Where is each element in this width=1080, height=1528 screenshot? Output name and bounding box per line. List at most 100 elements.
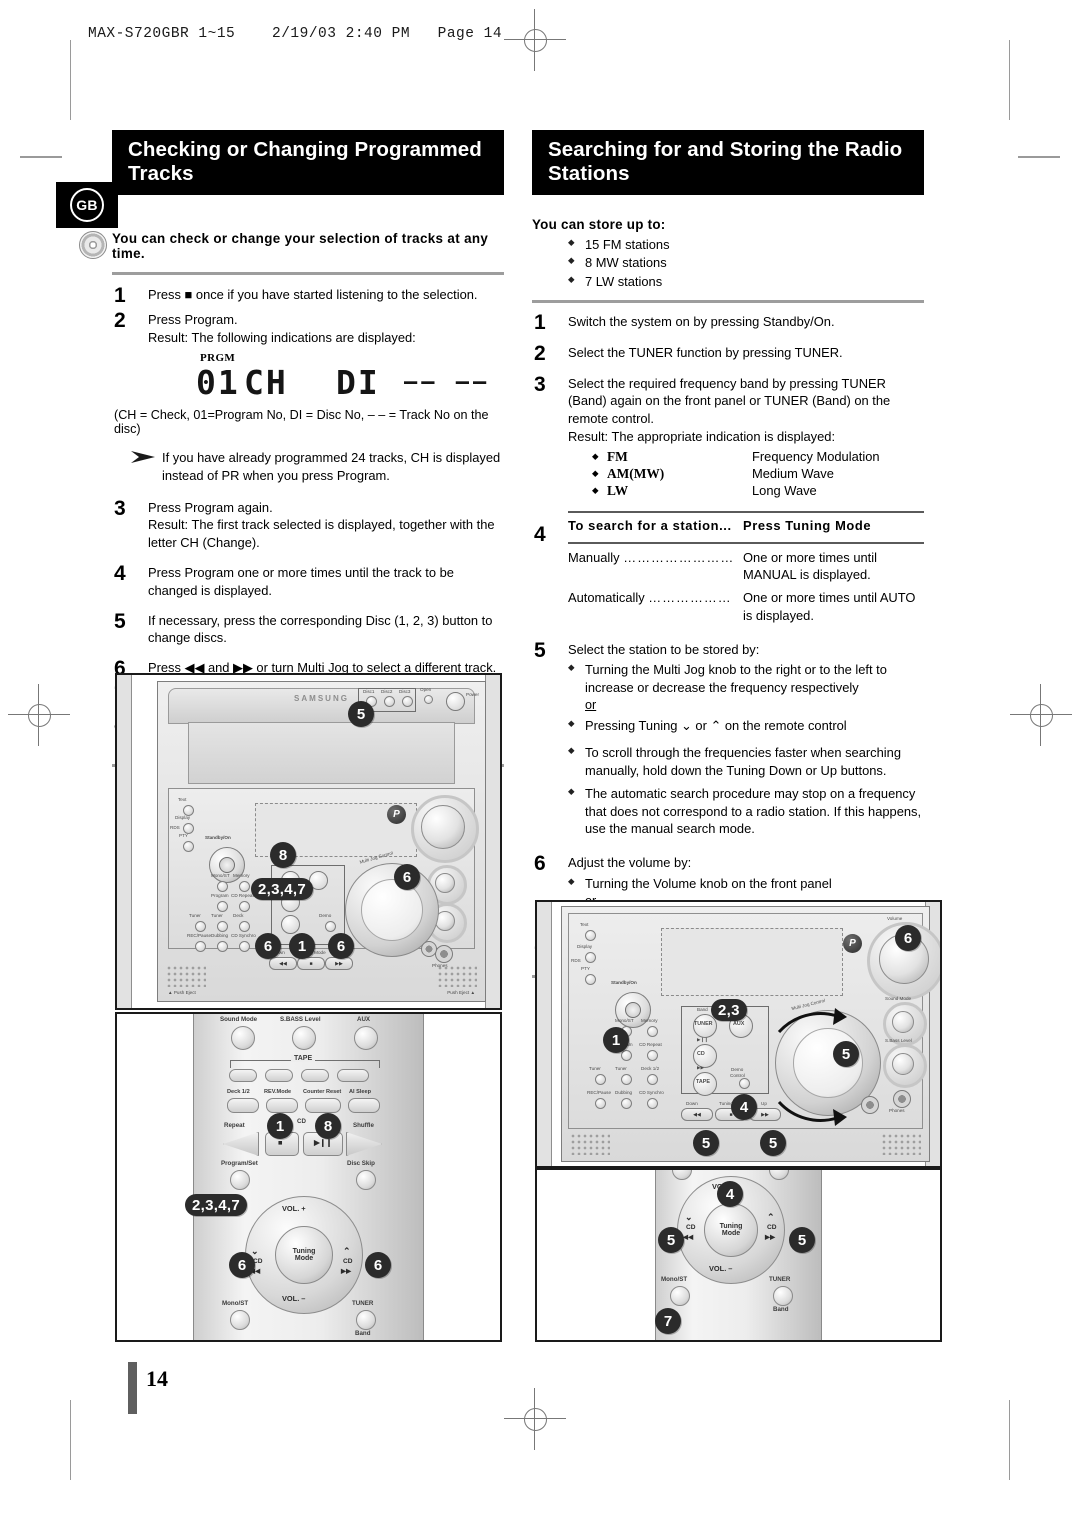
front-panel-illustration-right: Text Display PTY RDS Standby/On P Volume… (535, 900, 942, 1168)
registration-mark-right (1010, 684, 1072, 746)
label-vol-plus: VOL. + (282, 1204, 306, 1213)
label-tuner: TUNER (352, 1300, 374, 1307)
label-program-set: Program/Set (221, 1160, 258, 1167)
right-step-4: 4 To search for a station... Press Tunin… (532, 510, 924, 625)
right-step-5-text: Select the station to be stored by: (568, 641, 760, 657)
callout-6-volume: 6 (895, 925, 921, 951)
left-step-2: 2 Press Program. Result: The following i… (112, 309, 504, 347)
label-band-r: Band (773, 1306, 789, 1313)
callout-23-tuner: 2,3 (711, 999, 747, 1021)
left-step-2-text: Press Program. (148, 312, 238, 328)
page-number-bar (128, 1362, 137, 1414)
right-step-2-text: Select the TUNER function by pressing TU… (568, 344, 843, 360)
crop-rule-right (1009, 40, 1010, 120)
callout-1-standby: 1 (603, 1027, 629, 1053)
callout-6-remote-left: 6 (229, 1252, 255, 1278)
left-step-4: 4 Press Program one or more times until … (112, 562, 504, 600)
callout-2347-remote: 2,3,4,7 (185, 1194, 247, 1216)
callout-5: 5 (348, 701, 374, 727)
right-step-1-number: 1 (534, 310, 546, 334)
store-capacity-list: 15 FM stations 8 MW stations 7 LW statio… (568, 236, 924, 291)
table-row: FM Frequency Modulation (592, 448, 924, 465)
callout-2347: 2,3,4,7 (251, 878, 313, 900)
step5-or: or (585, 698, 597, 713)
table-row: LW Long Wave (592, 482, 924, 499)
brand-label: SAMSUNG (294, 694, 349, 703)
table-row: AM(MW) Medium Wave (592, 465, 924, 482)
left-step-2-number: 2 (114, 309, 126, 333)
left-step-1-text: Press ■ once if you have started listeni… (148, 286, 478, 302)
label-mono-st: Mono/ST (222, 1300, 249, 1307)
label-aux: AUX (357, 1016, 371, 1023)
lcd-segment-track-no: –– –– (404, 369, 491, 395)
remote-illustration-left: Sound Mode S.BASS Level AUX TAPE Deck 1/… (115, 1012, 502, 1342)
band-value: Frequency Modulation (752, 448, 880, 464)
crop-tick-topleft (20, 156, 62, 158)
crop-rule-bottom-left (70, 1400, 71, 1480)
step5-bullet-list-2: Pressing Tuning ⌄ or ⌃ on the remote con… (568, 717, 924, 735)
callout-8-remote: 8 (315, 1113, 341, 1139)
remote-illustration-right: Tuning Mode VOL. + VOL. – ⌄ CD ◀◀ ⌃ CD ▶… (535, 1168, 942, 1342)
tuning-action-manual: One or more times until MANUAL is displa… (743, 549, 877, 583)
callout-5-jog: 5 (833, 1041, 859, 1067)
callout-5-remote-right: 5 (789, 1227, 815, 1253)
step5-bullet-list: Turning the Multi Jog knob to the right … (568, 661, 924, 697)
label-tuning: Tuning (292, 1247, 316, 1255)
callout-4-tuning-mode-remote: 4 (717, 1181, 743, 1207)
callout-1-remote: 1 (267, 1113, 293, 1139)
disc-icon (79, 231, 107, 259)
label-band: Band (355, 1330, 371, 1337)
list-item: 8 MW stations (568, 254, 924, 272)
crop-tick-topright (1018, 156, 1060, 158)
right-banner-title: Searching for and Storing the Radio Stat… (532, 130, 924, 195)
right-rule-1 (532, 299, 924, 303)
label-vol-minus: VOL. – (282, 1294, 306, 1303)
list-item: 15 FM stations (568, 236, 924, 254)
callout-7-mono-st: 7 (655, 1308, 681, 1334)
callout-6-skip-fwd: 6 (328, 933, 354, 959)
tuning-mode-table: To search for a station... Press Tuning … (568, 510, 924, 625)
label-disc-skip: Disc Skip (347, 1160, 375, 1167)
lcd-segment-disc-no: DI (336, 362, 380, 402)
right-step-2: 2 Select the TUNER function by pressing … (532, 342, 924, 365)
right-step-3-result: Result: The appropriate indication is di… (568, 428, 836, 444)
band-key: FM (592, 449, 752, 465)
label-ai-sleep: AI Sleep (349, 1089, 372, 1095)
left-note: If you have already programmed 24 tracks… (112, 449, 504, 485)
left-step-2-result: Result: The following indications are di… (148, 330, 416, 346)
label-tuner-r: TUNER (769, 1276, 791, 1283)
right-intro: You can store up to: (532, 216, 666, 232)
registration-mark-top (504, 9, 566, 71)
left-step-1: 1 Press ■ once if you have started liste… (112, 284, 504, 307)
list-item: Pressing Tuning ⌄ or ⌃ on the remote con… (568, 717, 924, 735)
left-intro: You can check or change your selection o… (112, 230, 489, 261)
right-step-6-number: 6 (534, 852, 546, 876)
label-sbass-level: S.BASS Level (280, 1016, 321, 1023)
left-step-3-result: Result: The first track selected is disp… (148, 517, 495, 551)
step5-bullet-list-3: To scroll through the frequencies faster… (568, 744, 924, 838)
right-step-1: 1 Switch the system on by pressing Stand… (532, 311, 924, 334)
label-rev-mode: REV.Mode (264, 1089, 292, 1095)
label-tape: TAPE (291, 1055, 316, 1062)
print-header: MAX-S720GBR 1~15 2/19/03 2:40 PM Page 14 (88, 26, 503, 42)
right-step-3-text: Select the required frequency band by pr… (568, 375, 891, 427)
table-row: Manually …………………… One or more times unti… (568, 544, 924, 585)
right-step-3-number: 3 (534, 372, 546, 396)
step6-bullet-list: Turning the Volume knob on the front pan… (568, 875, 924, 893)
language-tab-label: GB (70, 188, 104, 222)
left-step-1-number: 1 (114, 283, 126, 307)
frequency-band-table: FM Frequency Modulation AM(MW) Medium Wa… (592, 448, 924, 499)
page-number: 14 (146, 1366, 168, 1391)
right-step-6-text: Adjust the volume by: (568, 855, 692, 871)
band-key: AM(MW) (592, 466, 752, 482)
front-panel-illustration-left: SAMSUNG Disc1 Disc2 Disc3 Open Power Tex… (115, 673, 502, 1010)
label-deck12: Deck 1/2 (227, 1089, 250, 1095)
lcd-segment-program-no: 01 (196, 362, 240, 402)
label-mono-st-r: Mono/ST (661, 1276, 688, 1283)
lcd-segment-check: CH (244, 362, 288, 402)
right-step-3: 3 Select the required frequency band by … (532, 373, 924, 446)
right-step-1-text: Switch the system on by pressing Standby… (568, 313, 835, 329)
band-value: Medium Wave (752, 465, 834, 481)
registration-mark-bottom (504, 1388, 566, 1450)
left-column: Checking or Changing Programmed Tracks Y… (112, 130, 504, 768)
